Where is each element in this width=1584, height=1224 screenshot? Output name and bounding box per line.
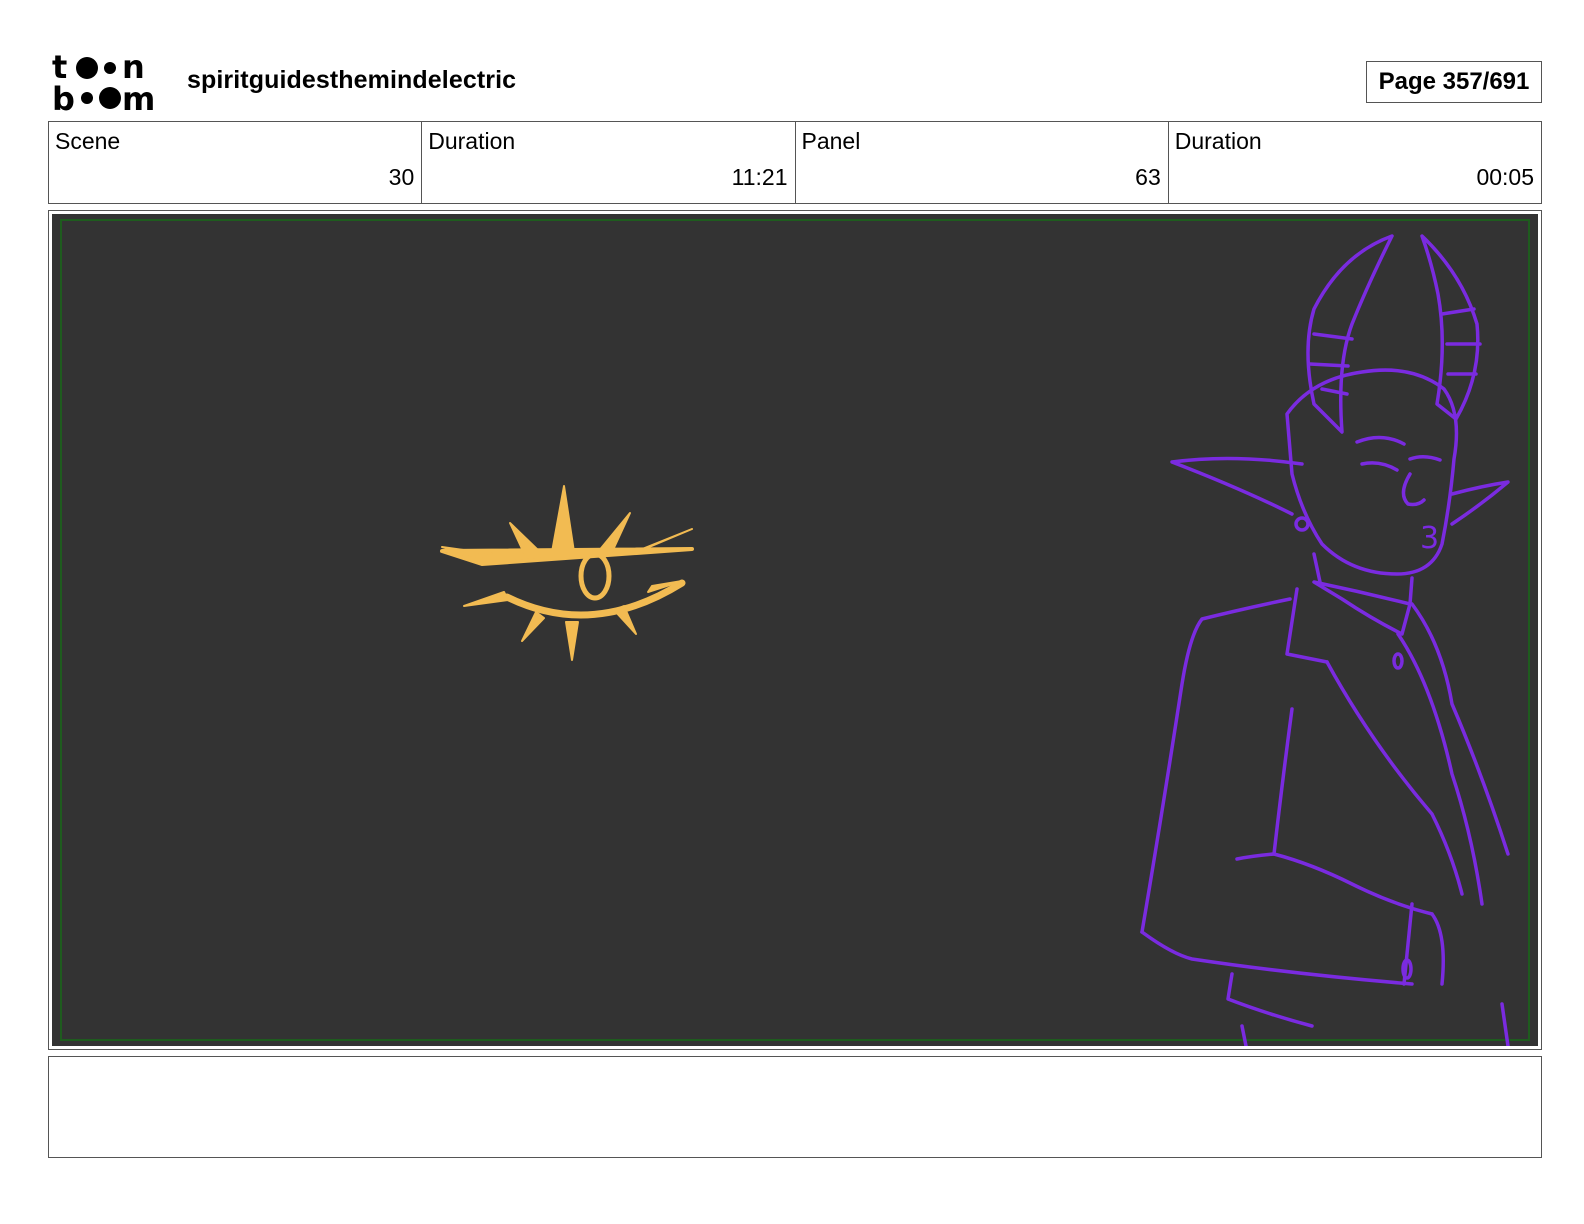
panel-info-table: Scene 30 Duration 11:21 Panel 63 Duratio… bbox=[48, 121, 1542, 204]
scene-cell: Scene 30 bbox=[49, 122, 423, 203]
page-number: Page 357/691 bbox=[1366, 61, 1542, 103]
scene-value: 30 bbox=[388, 164, 415, 190]
panel-duration-label: Duration bbox=[1174, 128, 1262, 154]
eye-symbol bbox=[440, 485, 694, 661]
project-title: spiritguidesthemindelectric bbox=[187, 66, 517, 94]
storyboard-panel-image: 3 bbox=[52, 214, 1538, 1046]
panel-value: 63 bbox=[1135, 164, 1161, 190]
svg-text:3: 3 bbox=[1420, 521, 1439, 556]
panel-cell: Panel 63 bbox=[796, 122, 1169, 203]
panel-duration-value: 00:05 bbox=[1476, 164, 1534, 190]
scene-label: Scene bbox=[55, 128, 121, 154]
scene-duration-label: Duration bbox=[428, 128, 516, 154]
panel-label: Panel bbox=[801, 128, 861, 154]
scene-duration-cell: Duration 11:21 bbox=[422, 122, 796, 203]
panel-notes-box bbox=[48, 1056, 1542, 1158]
character-sketch: 3 bbox=[1140, 234, 1510, 1046]
panel-artwork: 3 bbox=[440, 234, 1510, 1046]
svg-text:m: m bbox=[122, 80, 155, 112]
scene-duration-value: 11:21 bbox=[731, 164, 788, 190]
panel-duration-cell: Duration 00:05 bbox=[1169, 122, 1541, 203]
toon-boom-logo: t n b m bbox=[52, 52, 155, 112]
svg-text:b: b bbox=[52, 80, 75, 112]
